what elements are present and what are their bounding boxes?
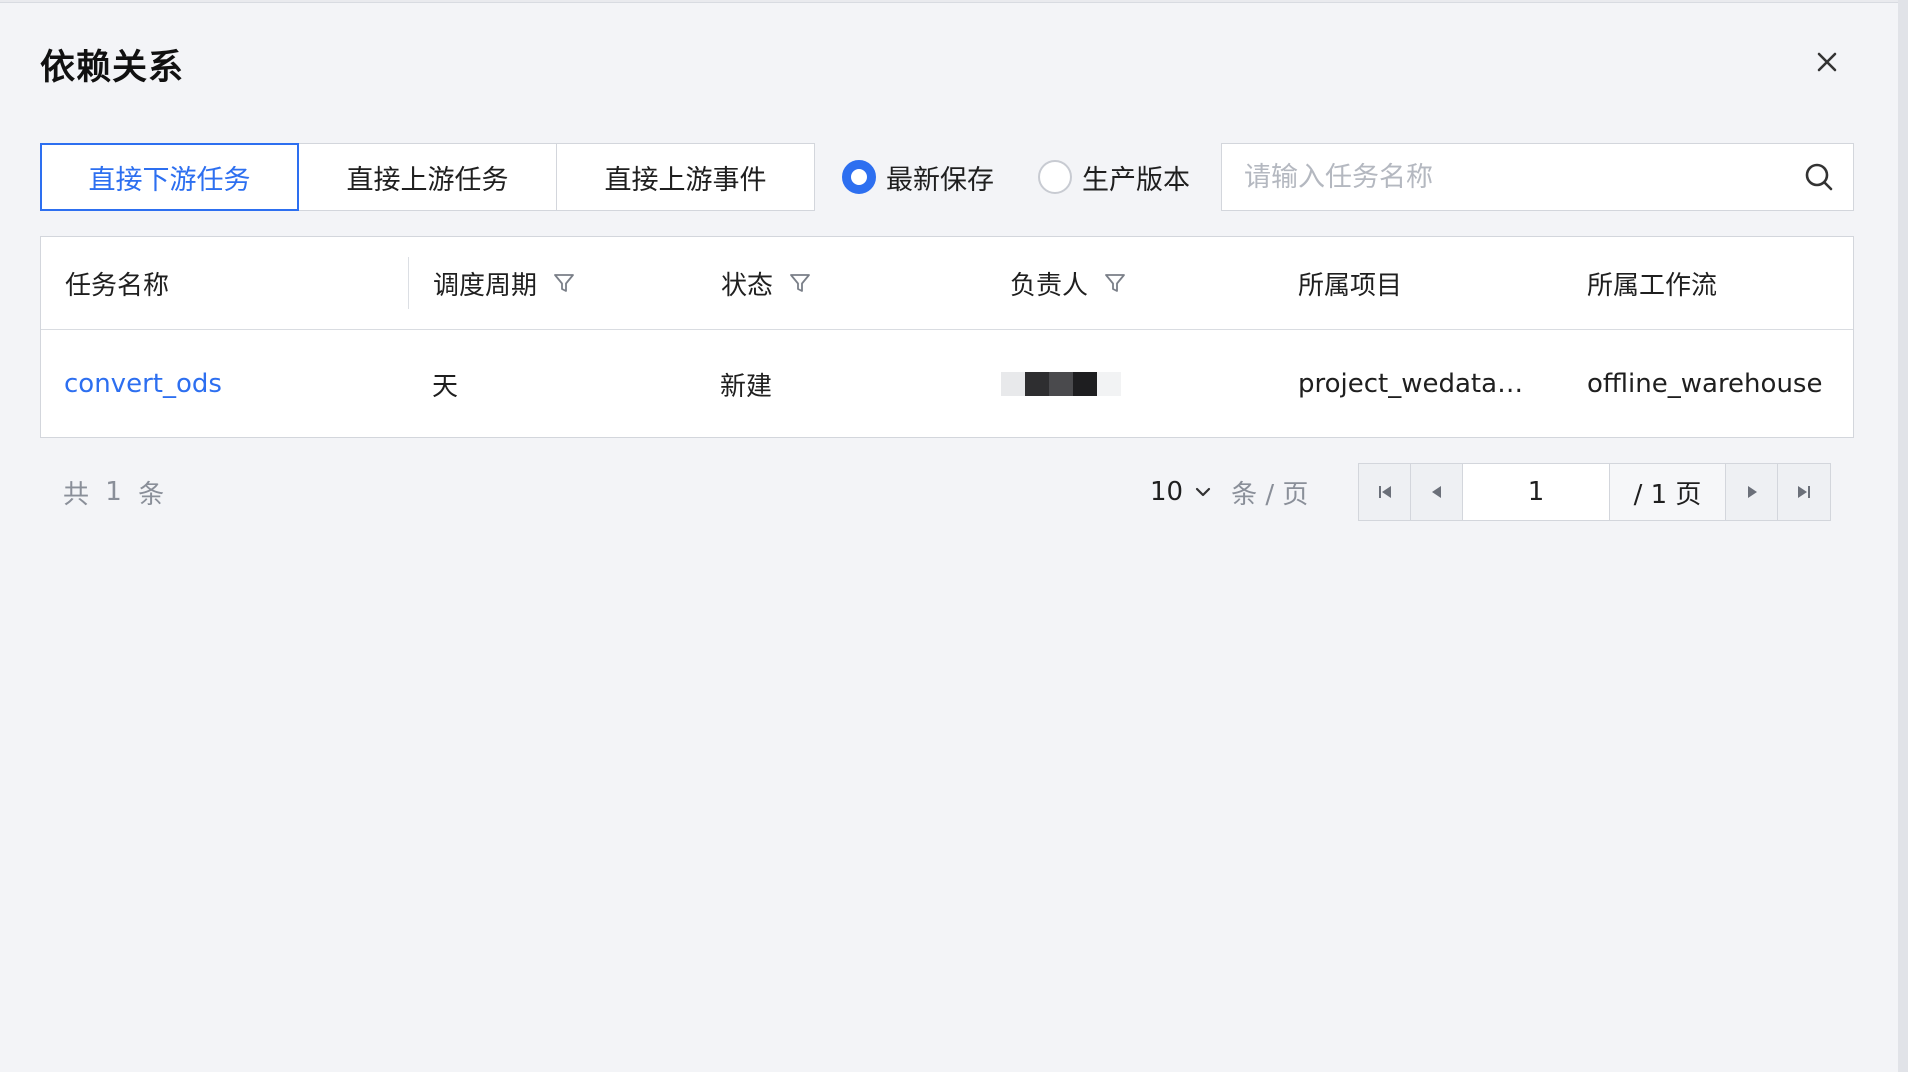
page-navigator: / 1 页 <box>1358 463 1831 521</box>
column-header-owner: 负责人 <box>1010 237 1126 329</box>
next-page-icon[interactable] <box>1743 483 1761 501</box>
close-button[interactable] <box>1812 47 1842 77</box>
column-header-project-label: 所属项目 <box>1298 270 1403 301</box>
total-suffix: 条 <box>138 479 169 510</box>
tab-direct-upstream-events[interactable]: 直接上游事件 <box>556 143 815 211</box>
radio-production-version[interactable]: 生产版本 <box>1038 158 1190 197</box>
tab-direct-downstream-tasks[interactable]: 直接下游任务 <box>40 143 299 211</box>
owner-redacted-avatar <box>1001 372 1121 396</box>
page-size-select[interactable]: 10 条 / 页 <box>1150 463 1308 521</box>
first-page-icon[interactable] <box>1376 483 1394 501</box>
total-count-value: 1 <box>105 477 126 507</box>
chevron-down-icon[interactable] <box>1193 482 1213 502</box>
cell-schedule-cycle: 天 <box>432 371 459 402</box>
cell-owner <box>1001 330 1121 438</box>
cell-workflow: offline_warehouse <box>1587 369 1823 399</box>
page-background-edge <box>1898 0 1908 1072</box>
search-icon[interactable] <box>1803 161 1835 193</box>
cell-task-name: convert_ods <box>64 330 222 438</box>
radio-latest-save-circle[interactable] <box>842 160 876 194</box>
column-header-status: 状态 <box>721 237 811 329</box>
last-page-icon[interactable] <box>1795 483 1813 501</box>
column-header-workflow-label: 所属工作流 <box>1587 270 1718 301</box>
column-header-schedule-cycle: 调度周期 <box>433 237 575 329</box>
table-header: 任务名称 调度周期 状态 负责人 所属项目 所属工作流 <box>41 237 1853 330</box>
task-search-box <box>1221 143 1854 211</box>
current-page-input[interactable] <box>1463 464 1610 520</box>
column-header-task-name-label: 任务名称 <box>65 270 170 301</box>
radio-latest-save[interactable]: 最新保存 <box>842 158 994 197</box>
page-size-unit: 条 / 页 <box>1231 479 1309 510</box>
column-header-schedule-cycle-label: 调度周期 <box>433 270 538 301</box>
filter-icon[interactable] <box>789 272 811 294</box>
column-header-status-label: 状态 <box>721 270 774 301</box>
next-page-button[interactable] <box>1726 464 1778 520</box>
column-header-project: 所属项目 <box>1298 237 1402 329</box>
radio-latest-save-label: 最新保存 <box>886 164 994 196</box>
dependency-table: 任务名称 调度周期 状态 负责人 所属项目 所属工作流 convert_ods … <box>40 236 1854 438</box>
relation-tabs: 直接下游任务 直接上游任务 直接上游事件 <box>40 143 815 211</box>
column-header-owner-label: 负责人 <box>1010 270 1089 301</box>
dependency-dialog: 依赖关系 直接下游任务 直接上游任务 直接上游事件 最新保存 生产版本 任务名称 <box>0 2 1898 1072</box>
filter-icon[interactable] <box>1104 272 1126 294</box>
page-size-value[interactable]: 10 <box>1150 477 1183 507</box>
close-icon[interactable] <box>1812 47 1842 77</box>
total-count: 共 1 条 <box>63 463 168 521</box>
task-name-link[interactable]: convert_ods <box>64 369 222 399</box>
task-search-input[interactable] <box>1222 143 1803 211</box>
total-pages-label: / 1 页 <box>1610 464 1726 520</box>
column-resize-divider[interactable] <box>408 257 409 309</box>
pagination: 共 1 条 10 条 / 页 / 1 页 <box>40 463 1854 521</box>
last-page-button[interactable] <box>1778 464 1830 520</box>
filter-icon[interactable] <box>553 272 575 294</box>
radio-production-version-label: 生产版本 <box>1082 164 1190 196</box>
first-page-button[interactable] <box>1359 464 1411 520</box>
radio-production-version-circle[interactable] <box>1038 160 1072 194</box>
version-radio-group: 最新保存 生产版本 <box>842 143 1234 211</box>
total-prefix: 共 <box>63 479 94 510</box>
cell-status: 新建 <box>720 371 773 402</box>
prev-page-icon[interactable] <box>1428 483 1446 501</box>
tab-direct-upstream-tasks[interactable]: 直接上游任务 <box>298 143 557 211</box>
prev-page-button[interactable] <box>1411 464 1463 520</box>
column-header-task-name: 任务名称 <box>65 237 169 329</box>
dialog-title: 依赖关系 <box>40 48 185 88</box>
cell-project: project_wedata… <box>1298 369 1524 399</box>
table-row: convert_ods 天 新建 project_wedata… offline… <box>41 330 1853 438</box>
column-header-workflow: 所属工作流 <box>1587 237 1717 329</box>
